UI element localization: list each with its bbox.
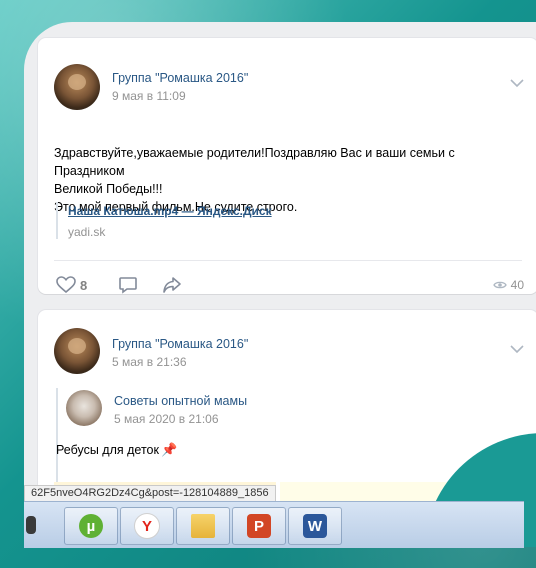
partial-app-icon[interactable] [26, 516, 36, 534]
repost-date[interactable]: 5 мая 2020 в 21:06 [114, 412, 219, 426]
post-text-line: Здравствуйте,уважаемые родители!Поздравл… [54, 146, 455, 178]
utorrent-icon: µ [79, 514, 103, 538]
eye-icon [492, 281, 507, 289]
taskbar-word-button[interactable]: W [288, 507, 342, 545]
post-text-line: Великой Победы!!! [54, 182, 163, 196]
post-card: Группа "Ромашка 2016" 9 мая в 11:09 Здра… [38, 38, 536, 294]
pushpin-icon: 📌 [160, 442, 178, 457]
link-attachment-title[interactable]: Наша Катюша.mp4 — Яндекс.Диск [68, 202, 272, 220]
status-bar-url: 62F5nveO4RG2Dz4Cg&post=-128104889_1856 [24, 485, 276, 502]
word-icon: W [303, 514, 327, 538]
share-icon [163, 277, 181, 293]
folder-icon [191, 514, 215, 538]
vk-feed-screen: Группа "Ромашка 2016" 9 мая в 11:09 Здра… [24, 22, 536, 547]
taskbar-utorrent-button[interactable]: µ [64, 507, 118, 545]
like-count: 8 [80, 277, 88, 293]
repost-text: Ребусы для деток 📌 [56, 442, 177, 458]
link-attachment: Наша Катюша.mp4 — Яндекс.Диск yadi.sk [56, 202, 272, 239]
post-author-link[interactable]: Группа "Ромашка 2016" [112, 71, 248, 85]
chevron-down-icon[interactable] [510, 344, 524, 354]
taskbar-powerpoint-button[interactable]: P [232, 507, 286, 545]
yandex-browser-icon: Y [134, 513, 160, 539]
divider [54, 260, 522, 261]
post-date[interactable]: 9 мая в 11:09 [112, 89, 186, 103]
views-count: 40 [510, 278, 524, 292]
taskbar-explorer-button[interactable] [176, 507, 230, 545]
taskbar-yandex-button[interactable]: Y [120, 507, 174, 545]
powerpoint-icon: P [247, 514, 271, 538]
group-avatar[interactable] [54, 64, 100, 110]
taskbar: µ Y P W [24, 501, 524, 548]
comment-icon [119, 277, 137, 294]
repost-author-link[interactable]: Советы опытной мамы [114, 394, 247, 408]
comment-button[interactable] [118, 276, 138, 294]
like-button[interactable]: 8 [56, 276, 87, 294]
views-counter: 40 [492, 278, 524, 292]
link-attachment-domain[interactable]: yadi.sk [68, 225, 272, 239]
chevron-down-icon[interactable] [510, 78, 524, 88]
post-author-link[interactable]: Группа "Ромашка 2016" [112, 337, 248, 351]
post-date[interactable]: 5 мая в 21:36 [112, 355, 187, 369]
heart-icon [56, 276, 76, 294]
repost-avatar[interactable] [66, 390, 102, 426]
share-button[interactable] [162, 276, 182, 294]
repost-text-content: Ребусы для деток [56, 443, 159, 457]
group-avatar[interactable] [54, 328, 100, 374]
